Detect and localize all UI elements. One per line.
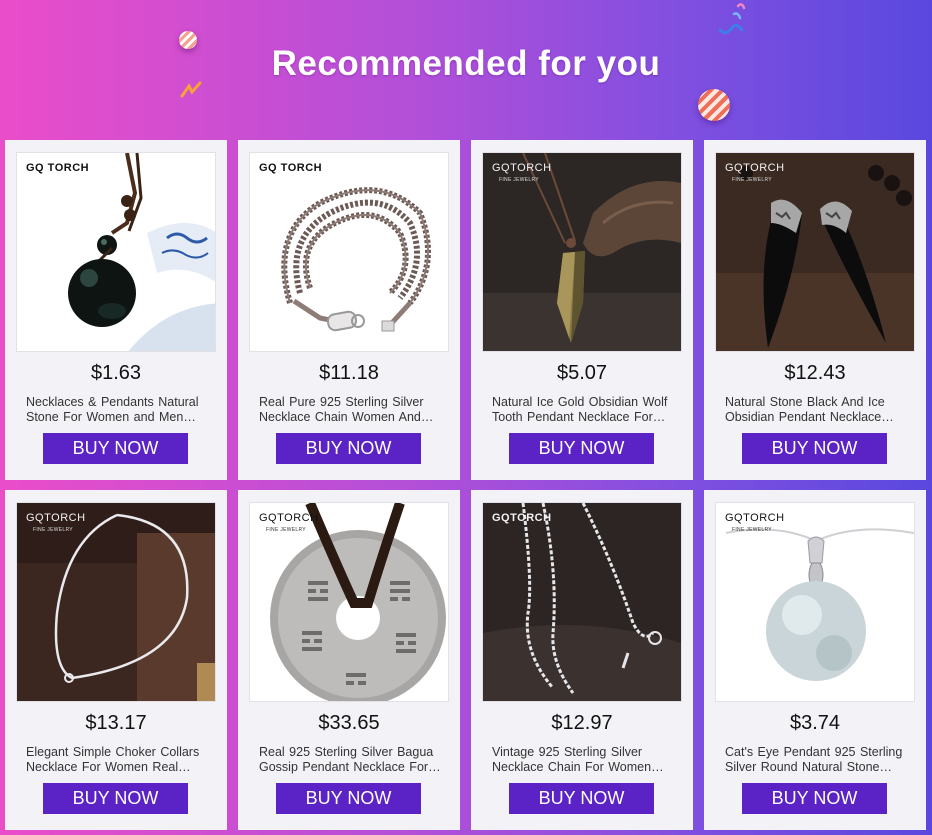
buy-now-button[interactable]: BUY NOW [509, 433, 654, 464]
product-image[interactable]: GQ TORCH [16, 152, 216, 352]
header-banner: Recommended for you [0, 0, 932, 135]
ribbon-decoration [718, 3, 746, 35]
product-card[interactable]: GQ TORCH $11.18 Real Pure 925 Sterling S… [238, 140, 460, 480]
page-title: Recommended for you [271, 44, 661, 83]
product-image[interactable]: GQTORCH FINE JEWELRY [16, 502, 216, 702]
product-name[interactable]: Elegant Simple Choker Collars Necklace F… [26, 745, 210, 775]
product-name[interactable]: Real Pure 925 Sterling Silver Necklace C… [259, 395, 443, 425]
product-card[interactable]: GQTORCH FINE JEWELRY $33.65 Real 925 Ste… [238, 490, 460, 830]
brand-sublogo: FINE JEWELRY [732, 177, 772, 183]
product-price: $33.65 [318, 712, 380, 734]
brand-logo: GQTORCH [259, 512, 319, 524]
product-card[interactable]: GQTORCH FINE JEWELRY $3.74 Cat's Eye Pen… [704, 490, 926, 830]
brand-sublogo: FINE JEWELRY [266, 527, 306, 533]
product-price: $13.17 [85, 712, 147, 734]
product-name[interactable]: Natural Ice Gold Obsidian Wolf Tooth Pen… [492, 395, 676, 425]
product-image[interactable]: GQTORCH [482, 502, 682, 702]
silver-rope-chain-image [483, 503, 681, 701]
product-price: $5.07 [556, 362, 608, 384]
product-card[interactable]: GQTORCH $12.97 Vintage 925 Sterling Silv… [471, 490, 693, 830]
product-image[interactable]: GQTORCH FINE JEWELRY [715, 152, 915, 352]
buy-now-button[interactable]: BUY NOW [43, 433, 188, 464]
brand-logo: GQ TORCH [26, 162, 90, 174]
product-image[interactable]: GQ TORCH [249, 152, 449, 352]
buy-now-button[interactable]: BUY NOW [742, 433, 887, 464]
product-name[interactable]: Real 925 Sterling Silver Bagua Gossip Pe… [259, 745, 443, 775]
product-card[interactable]: GQTORCH FINE JEWELRY $5.07 Natural Ice G… [471, 140, 693, 480]
brand-sublogo: FINE JEWELRY [33, 527, 73, 533]
striped-ball-decoration [698, 89, 730, 121]
product-card[interactable]: GQTORCH FINE JEWELRY $13.17 Elegant Simp… [5, 490, 227, 830]
product-name[interactable]: Cat's Eye Pendant 925 Sterling Silver Ro… [725, 745, 909, 775]
buy-now-button[interactable]: BUY NOW [276, 783, 421, 814]
brand-sublogo: FINE JEWELRY [499, 177, 539, 183]
brand-logo: GQTORCH [26, 512, 86, 524]
product-price: $3.74 [789, 712, 841, 734]
product-name[interactable]: Natural Stone Black And Ice Obsidian Pen… [725, 395, 909, 425]
product-card[interactable]: GQTORCH FINE JEWELRY $12.43 Natural Ston… [704, 140, 926, 480]
product-name[interactable]: Necklaces & Pendants Natural Stone For W… [26, 395, 210, 425]
product-image[interactable]: GQTORCH FINE JEWELRY [249, 502, 449, 702]
product-card[interactable]: GQ TORCH $1.63 Necklaces & Pendants Natu… [5, 140, 227, 480]
buy-now-button[interactable]: BUY NOW [509, 783, 654, 814]
buy-now-button[interactable]: BUY NOW [742, 783, 887, 814]
brand-logo: GQ TORCH [259, 162, 323, 174]
product-image[interactable]: GQTORCH FINE JEWELRY [715, 502, 915, 702]
product-price: $1.63 [90, 362, 142, 384]
brand-logo: GQTORCH [492, 512, 552, 524]
silver-chain-coil-image [250, 153, 448, 351]
obsidian-ball-pendant-image [17, 153, 215, 351]
brand-logo: GQTORCH [725, 512, 785, 524]
buy-now-button[interactable]: BUY NOW [276, 433, 421, 464]
brand-logo: GQTORCH [492, 162, 552, 174]
product-image[interactable]: GQTORCH FINE JEWELRY [482, 152, 682, 352]
brand-logo: GQTORCH [725, 162, 785, 174]
product-price: $11.18 [319, 362, 379, 384]
brand-sublogo: FINE JEWELRY [732, 527, 772, 533]
product-price: $12.97 [551, 712, 613, 734]
product-price: $12.43 [784, 362, 846, 384]
buy-now-button[interactable]: BUY NOW [43, 783, 188, 814]
product-name[interactable]: Vintage 925 Sterling Silver Necklace Cha… [492, 745, 676, 775]
